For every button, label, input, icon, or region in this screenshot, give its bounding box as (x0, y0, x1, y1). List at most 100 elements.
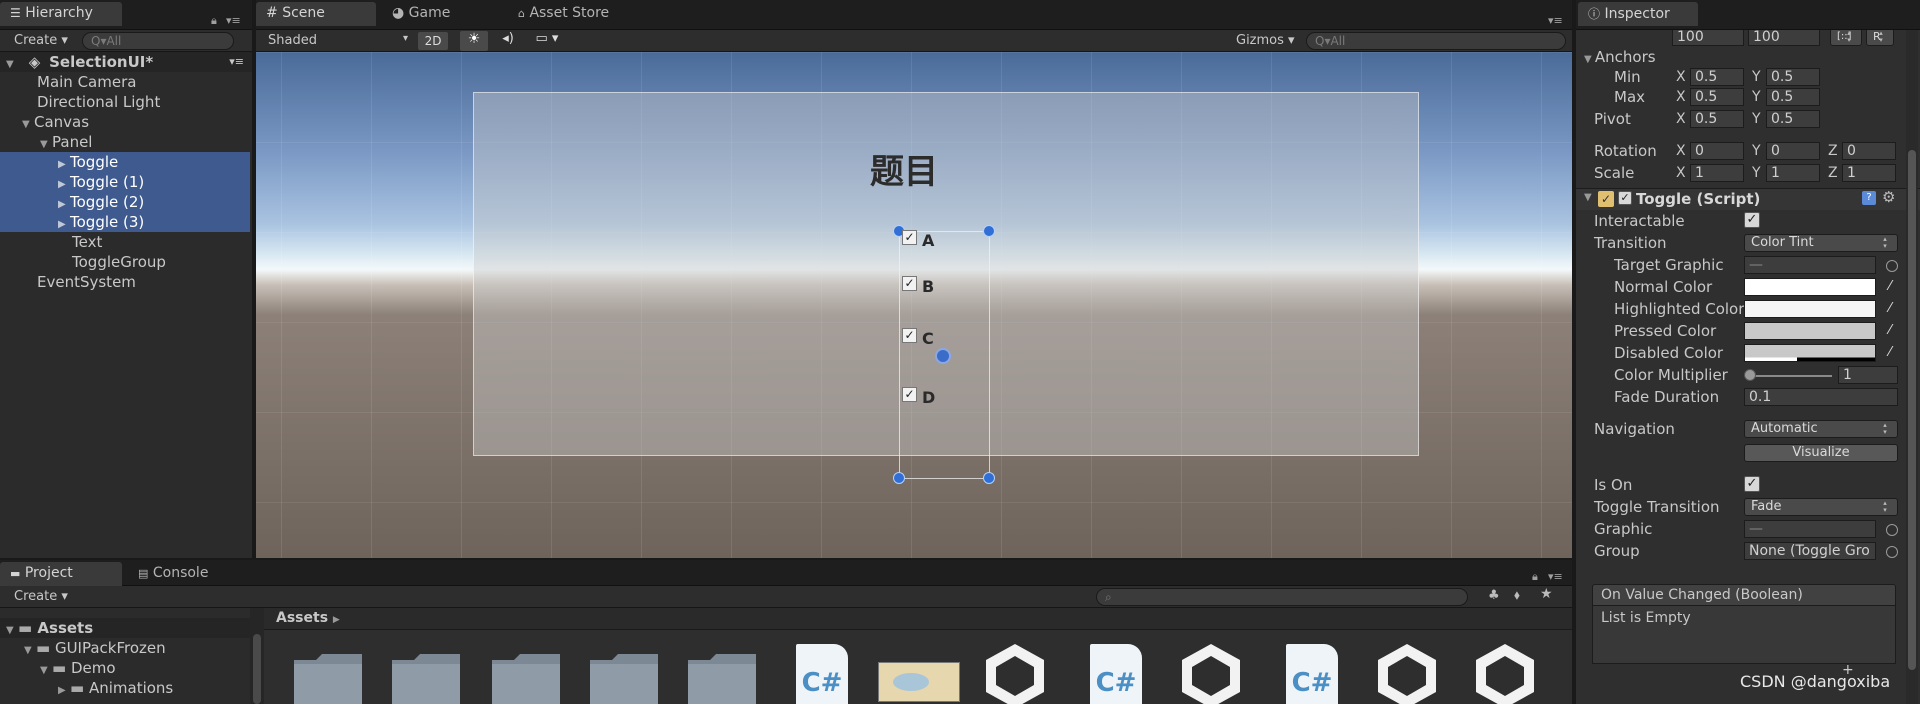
fade-duration-field[interactable]: 0.1 (1744, 388, 1898, 406)
color-multiplier-slider-thumb[interactable] (1744, 369, 1756, 381)
height-field[interactable]: 100 (1748, 30, 1820, 46)
component-enabled-checkbox[interactable]: ✓ (1618, 191, 1632, 205)
interactable-checkbox[interactable]: ✓ (1744, 212, 1760, 228)
asset-folder[interactable] (292, 650, 364, 704)
csharp-script-icon[interactable]: C# (1090, 644, 1142, 704)
toggle-checkbox[interactable]: ✓ (902, 387, 917, 402)
audio-toggle-icon[interactable]: ◂) (496, 31, 520, 51)
anchor-min-y-field[interactable]: 0.5 (1766, 68, 1820, 86)
anchors-foldout[interactable]: ▼ Anchors (1584, 48, 1656, 66)
tab-console[interactable]: ▤ Console (128, 562, 238, 586)
hierarchy-item-text[interactable]: Text (0, 232, 252, 252)
blueprint-mode-button[interactable]: [::] (1830, 30, 1862, 46)
tab-hierarchy[interactable]: ☰ Hierarchy (0, 2, 122, 26)
filter-by-label-icon[interactable]: ⬧ (1514, 588, 1520, 603)
eyedropper-icon[interactable]: ⁄ (1882, 279, 1898, 295)
project-tree-guipackfrozen[interactable]: ▼ ▬ GUIPackFrozen (0, 638, 252, 658)
anchor-max-y-field[interactable]: 0.5 (1766, 88, 1820, 106)
scene-viewport[interactable]: 题目 ✓ A ✓ B ✓ C ✓ D (256, 52, 1572, 558)
rotation-z-field[interactable]: 0 (1842, 142, 1896, 160)
disabled-color-swatch[interactable] (1744, 344, 1876, 362)
csharp-script-icon[interactable]: C# (1286, 644, 1338, 704)
navigation-dropdown[interactable]: Automatic (1744, 420, 1898, 438)
scene-menu-icon[interactable]: ▾≡ (229, 52, 244, 72)
scale-x-field[interactable]: 1 (1690, 164, 1744, 182)
hierarchy-item-canvas[interactable]: ▼ Canvas (0, 112, 252, 132)
toggle-checkbox[interactable]: ✓ (902, 276, 917, 291)
project-tree-animations[interactable]: ▶ ▬ Animations (0, 678, 252, 698)
asset-folder[interactable] (490, 650, 562, 704)
unity-logo-icon[interactable] (1470, 642, 1540, 704)
asset-folder[interactable] (390, 650, 462, 704)
anchor-min-x-field[interactable]: 0.5 (1690, 68, 1744, 86)
project-tree-scrollbar[interactable] (250, 608, 264, 704)
hierarchy-item-main-camera[interactable]: Main Camera (0, 72, 252, 92)
highlighted-color-swatch[interactable] (1744, 300, 1876, 318)
scrollbar-thumb[interactable] (1908, 150, 1916, 670)
scrollbar-thumb[interactable] (253, 634, 261, 704)
unity-logo-icon[interactable] (1176, 642, 1246, 704)
target-graphic-field[interactable]: — (1744, 256, 1876, 274)
eyedropper-icon[interactable]: ⁄ (1882, 301, 1898, 317)
collapse-icon[interactable]: ▶ (58, 681, 70, 701)
lock-icon[interactable]: 🔒︎ (1532, 570, 1538, 584)
lighting-toggle-icon[interactable]: ☀ (460, 31, 488, 51)
filter-by-type-icon[interactable]: ♣ (1488, 588, 1500, 603)
csharp-script-icon[interactable]: C# (796, 644, 848, 704)
unity-logo-icon[interactable] (1372, 642, 1442, 704)
object-picker-icon[interactable] (1886, 524, 1898, 536)
hierarchy-item-toggle-2[interactable]: ▶ Toggle (2) (0, 192, 250, 212)
eyedropper-icon[interactable]: ⁄ (1882, 323, 1898, 339)
object-picker-icon[interactable] (1886, 546, 1898, 558)
gizmos-dropdown[interactable]: Gizmos ▾ (1236, 33, 1295, 48)
inspector-scrollbar[interactable] (1906, 30, 1918, 704)
lock-icon[interactable]: 🔒︎ (211, 14, 217, 28)
favorite-star-icon[interactable]: ★ (1540, 586, 1553, 602)
pivot-y-field[interactable]: 0.5 (1766, 110, 1820, 128)
is-on-checkbox[interactable]: ✓ (1744, 476, 1760, 492)
normal-color-swatch[interactable] (1744, 278, 1876, 296)
gear-icon[interactable]: ⚙ (1882, 188, 1895, 206)
breadcrumb-assets[interactable]: Assets ▶ (276, 610, 340, 626)
project-search-input[interactable]: ⌕ (1096, 588, 1468, 606)
rect-handle-top-right[interactable] (983, 225, 995, 237)
pivot-x-field[interactable]: 0.5 (1690, 110, 1744, 128)
help-icon[interactable]: ? (1862, 191, 1876, 205)
unity-logo-icon[interactable] (980, 642, 1050, 704)
anchor-max-x-field[interactable]: 0.5 (1690, 88, 1744, 106)
hierarchy-item-toggle[interactable]: ▶ Toggle (0, 152, 250, 172)
transition-dropdown[interactable]: Color Tint (1744, 234, 1898, 252)
color-multiplier-slider-track[interactable] (1748, 375, 1832, 377)
color-multiplier-field[interactable]: 1 (1838, 366, 1898, 384)
width-field[interactable]: 100 (1672, 30, 1744, 46)
group-field[interactable]: None (Toggle Gro (1744, 542, 1876, 560)
hierarchy-search-input[interactable]: Q▾All (82, 32, 234, 50)
panel-menu-icon[interactable]: ▾≡ (1548, 570, 1563, 583)
hierarchy-item-toggle-1[interactable]: ▶ Toggle (1) (0, 172, 250, 192)
graphic-field[interactable]: — (1744, 520, 1876, 538)
panel-menu-icon[interactable]: ▾≡ (226, 14, 241, 27)
tab-inspector[interactable]: ⓘ Inspector (1578, 2, 1698, 26)
hierarchy-create-button[interactable]: Create ▾ (14, 33, 68, 48)
scene-search-input[interactable]: Q▾All (1306, 32, 1566, 50)
toggle-transition-dropdown[interactable]: Fade (1744, 498, 1898, 516)
project-create-button[interactable]: Create ▾ (14, 589, 68, 604)
hierarchy-item-togglegroup[interactable]: ToggleGroup (0, 252, 252, 272)
tab-project[interactable]: ▬ Project (0, 562, 122, 586)
visualize-button[interactable]: Visualize (1744, 444, 1898, 462)
toggle-checkbox[interactable]: ✓ (902, 328, 917, 343)
scale-y-field[interactable]: 1 (1766, 164, 1820, 182)
shading-mode-dropdown[interactable]: Shaded ▾ (268, 33, 408, 48)
rotation-x-field[interactable]: 0 (1690, 142, 1744, 160)
project-tree-assets[interactable]: ▼ ▬ Assets (0, 618, 252, 638)
hierarchy-item-toggle-3[interactable]: ▶ Toggle (3) (0, 212, 250, 232)
hierarchy-item-directional-light[interactable]: Directional Light (0, 92, 252, 112)
scale-z-field[interactable]: 1 (1842, 164, 1896, 182)
object-picker-icon[interactable] (1886, 260, 1898, 272)
tab-scene[interactable]: # Scene (256, 2, 376, 26)
rotation-y-field[interactable]: 0 (1766, 142, 1820, 160)
asset-folder[interactable] (686, 650, 758, 704)
eyedropper-icon[interactable]: ⁄ (1882, 345, 1898, 361)
effects-toggle-icon[interactable]: ▭ ▾ (528, 31, 566, 51)
pivot-handle[interactable] (935, 348, 951, 364)
